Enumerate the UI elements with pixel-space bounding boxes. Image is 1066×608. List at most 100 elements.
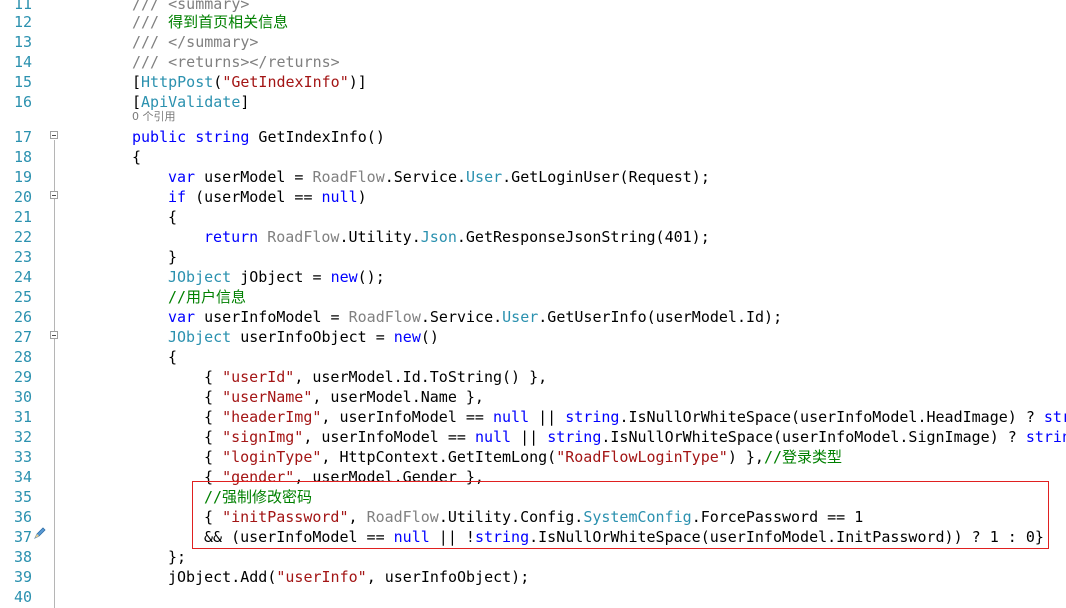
code-token: userModel = [195,168,313,186]
code-token: strin [1025,428,1066,446]
code-token: string [195,128,250,146]
code-token: || [529,408,566,426]
line-number: 20 [13,188,32,206]
code-line[interactable]: { "userName", userModel.Name }, [204,387,484,407]
line-number: 38 [13,548,32,566]
code-token: { [168,348,178,366]
code-token: /// [132,13,169,31]
code-line[interactable]: { [168,347,177,367]
codelens-references[interactable]: 0 个引用 [132,110,176,124]
code-editor[interactable]: 11 12 13 14 15 16 17 18 19 20 21 22 23 24 25 26 27 28 29 30… [0,0,1066,608]
code-token: , HttpContext.GetItemLong( [321,448,557,466]
collapse-icon[interactable] [50,131,58,139]
code-token: () [420,328,439,346]
line-number: 25 [13,288,32,306]
code-line[interactable]: }; [168,547,186,567]
code-token: "userName" [222,388,313,406]
code-token: RoadFlow [267,228,340,246]
code-token: { [168,208,178,226]
code-token: userInfoModel = [195,308,349,326]
code-token: "userInfo" [276,568,367,586]
code-token: jObject.Add( [168,568,277,586]
code-line[interactable]: var userModel = RoadFlow.Service.User.Ge… [168,167,710,187]
code-token: User [502,308,539,326]
line-number: 26 [13,308,32,326]
code-line[interactable]: //用户信息 [168,287,246,307]
code-token: null [321,188,358,206]
quick-action-pencil-icon[interactable] [33,526,47,540]
line-number: 12 [13,13,32,31]
code-line[interactable]: { [168,207,177,227]
code-token: { [132,148,142,166]
code-line[interactable]: /// </summary> [132,32,258,52]
line-number: 22 [13,228,32,246]
code-line[interactable]: /// 得到首页相关信息 [132,12,288,32]
code-token: HttpPost [141,73,214,91]
line-number-gutter: 11 12 13 14 15 16 17 18 19 20 21 22 23 24 25 26 27 28 29 30… [0,0,46,608]
code-token: , userModel.Id.ToString() }, [294,368,548,386]
line-number: 14 [13,53,32,71]
code-token: )] [348,73,367,91]
line-number: 18 [13,148,32,166]
line-number: 30 [13,388,32,406]
code-token: Json [420,228,457,246]
code-token: "RoadFlowLoginType" [556,448,728,466]
line-number: 17 [13,128,32,146]
code-token: "userId" [222,368,295,386]
line-number: 24 [13,268,32,286]
line-number: 31 [13,408,32,426]
code-line[interactable]: JObject userInfoObject = new() [168,327,439,347]
code-token: ) }, [727,448,764,466]
code-token: { [204,428,223,446]
code-token: { [204,448,223,466]
code-token: null [474,428,512,446]
code-line[interactable]: /// <returns></returns> [132,52,340,72]
code-token: ) [357,188,367,206]
code-token: </summary> [168,33,259,51]
code-line[interactable]: [ApiValidate] [132,92,249,112]
code-line[interactable]: { "headerImg", userInfoModel == null || … [204,407,1066,427]
code-token: null [493,408,530,426]
code-token: RoadFlow [312,168,385,186]
code-token: "GetIndexInfo" [222,73,349,91]
code-line[interactable]: JObject jObject = new(); [168,267,385,287]
code-token: ApiValidate [141,93,241,111]
line-number: 16 [13,93,32,111]
code-token: } [168,248,178,266]
collapse-icon[interactable] [50,331,58,339]
code-token: <returns></returns> [168,53,340,71]
code-line[interactable]: var userInfoModel = RoadFlow.Service.Use… [168,307,782,327]
code-token: str [1043,408,1066,426]
code-token: (userModel == [186,188,322,206]
code-token: public [132,128,187,146]
code-line[interactable]: { "userId", userModel.Id.ToString() }, [204,367,547,387]
code-token: , userModel.Name }, [312,388,484,406]
line-number: 27 [13,328,32,346]
line-number: 19 [13,168,32,186]
code-token: new [330,268,358,286]
line-number: 34 [13,468,32,486]
code-token: "signImg" [222,428,304,446]
code-line[interactable]: { "loginType", HttpContext.GetItemLong("… [204,447,842,467]
code-line[interactable]: public string GetIndexInfo() [132,127,385,147]
code-line[interactable]: } [168,247,177,267]
code-token: .Service. [384,168,467,186]
code-line[interactable]: [HttpPost("GetIndexInfo")] [132,72,367,92]
code-line[interactable]: jObject.Add("userInfo", userInfoObject); [168,567,529,587]
code-line[interactable]: { "signImg", userInfoModel == null || st… [204,427,1066,447]
code-token: /// [132,33,169,51]
code-line[interactable]: return RoadFlow.Utility.Json.GetResponse… [204,227,710,247]
code-line[interactable]: { [132,147,141,167]
code-token: }; [168,548,187,566]
code-token: /// [132,53,169,71]
collapse-icon[interactable] [50,191,58,199]
code-line[interactable]: if (userModel == null) [168,187,367,207]
code-token: || [511,428,548,446]
line-number: 37 [13,528,32,546]
code-token: //用户信息 [168,288,247,306]
code-token: string [565,408,620,426]
line-number: 15 [13,73,32,91]
code-token: .Service. [420,308,503,326]
code-token: var [168,308,196,326]
